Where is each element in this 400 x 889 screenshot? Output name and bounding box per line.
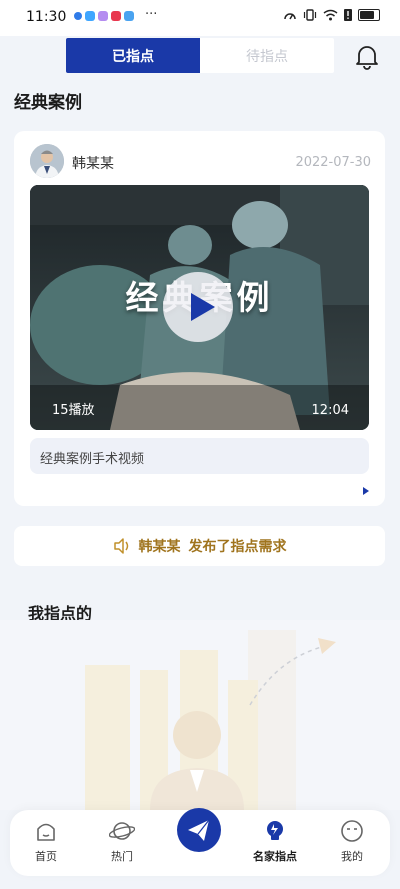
system-icons — [283, 9, 380, 21]
caption-text: 经典案例手术视频 — [40, 452, 145, 467]
video-caption: 经典案例手术视频 — [30, 438, 369, 474]
app-notification-icon — [85, 11, 95, 21]
paper-plane-icon — [188, 819, 210, 841]
app-notification-icon — [74, 12, 82, 20]
nav-hot[interactable]: 热门 — [92, 818, 152, 864]
notice-banner[interactable]: 韩某某 发布了指点需求 — [14, 526, 385, 566]
section-title: 经典案例 — [14, 93, 82, 113]
nav-mine[interactable]: 我的 — [322, 818, 382, 864]
notice-message: 发布了指点需求 — [188, 539, 287, 555]
video-duration: 12:04 — [311, 403, 349, 418]
empty-state-illustration — [0, 620, 400, 810]
tab-guided[interactable]: 已指点 — [66, 38, 200, 73]
clock: 11:30 — [26, 9, 67, 25]
notice-name: 韩某某 — [138, 539, 181, 555]
more-arrow-icon[interactable] — [363, 487, 369, 495]
nav-label: 名家指点 — [253, 850, 297, 863]
speed-icon — [284, 13, 296, 20]
face-icon — [341, 820, 363, 842]
alert-icon — [344, 9, 352, 21]
wifi-icon — [323, 9, 338, 21]
speaker-icon — [113, 538, 128, 554]
vibrate-icon — [303, 9, 317, 21]
nav-label: 我的 — [341, 850, 363, 863]
planet-icon — [109, 822, 135, 840]
nav-label: 首页 — [35, 850, 57, 863]
avatar — [30, 144, 64, 178]
bell-icon[interactable] — [353, 42, 381, 70]
app-notification-icon — [98, 11, 108, 21]
tab-bar: 已指点 待指点 — [66, 38, 334, 73]
status-bar: 11:30 ··· — [0, 0, 400, 36]
nav-home[interactable]: 首页 — [16, 818, 76, 864]
battery-icon — [358, 9, 380, 21]
more-notifications-icon: ··· — [145, 7, 158, 22]
video-player[interactable]: 经典案例 15播放 12:04 — [30, 185, 369, 430]
home-icon — [37, 823, 55, 841]
tab-pending[interactable]: 待指点 — [200, 38, 334, 73]
play-count: 15播放 — [52, 403, 95, 418]
post-date: 2022-07-30 — [295, 155, 371, 170]
nav-expert-guidance[interactable]: 名家指点 — [246, 818, 304, 864]
app-notification-icon — [111, 11, 121, 21]
publish-button[interactable] — [177, 808, 221, 852]
bottom-nav: 首页 热门 名家指点 我的 — [10, 808, 390, 876]
app-notification-icon — [124, 11, 134, 21]
nav-label: 热门 — [111, 850, 133, 863]
doctor-avatar-image — [30, 144, 64, 178]
play-button[interactable] — [163, 272, 233, 342]
notification-icons — [74, 11, 134, 21]
author-name: 韩某某 — [72, 156, 114, 172]
lightbulb-icon — [267, 821, 283, 840]
case-card[interactable]: 韩某某 2022-07-30 经典案例 15播放 12:04 经 — [14, 131, 385, 506]
